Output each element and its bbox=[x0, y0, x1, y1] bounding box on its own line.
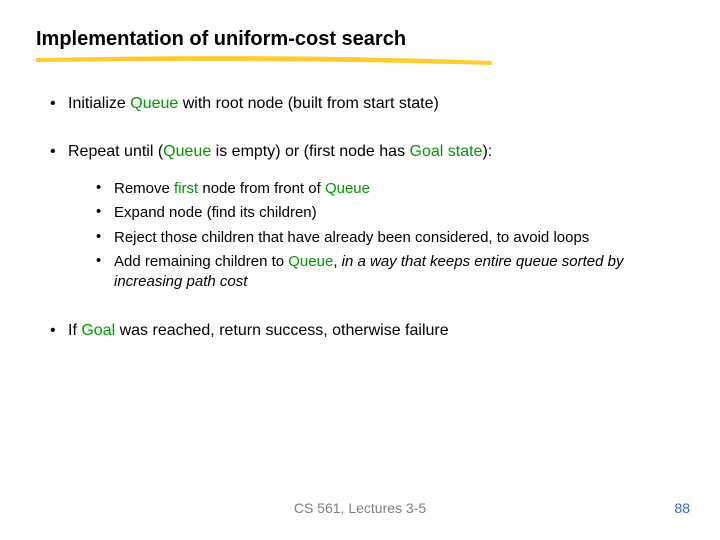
subbullet-expand: • Expand node (find its children) bbox=[96, 203, 684, 223]
keyword-queue: Queue bbox=[163, 143, 211, 160]
bullet-dot-icon: • bbox=[96, 228, 114, 245]
page-number: 88 bbox=[674, 500, 690, 516]
bullet-text: If Goal was reached, return success, oth… bbox=[68, 322, 684, 340]
nested-list: • Remove first node from front of Queue … bbox=[96, 179, 684, 292]
keyword-goal-state: Goal state bbox=[410, 143, 483, 160]
bullet-repeat: • Repeat until (Queue is empty) or (firs… bbox=[36, 143, 684, 161]
keyword-queue: Queue bbox=[130, 95, 178, 112]
bullet-dot-icon: • bbox=[96, 252, 114, 269]
slide-title: Implementation of uniform-cost search bbox=[36, 28, 684, 51]
bullet-dot-icon: • bbox=[50, 143, 68, 161]
keyword-first: first bbox=[174, 180, 198, 197]
footer-text: CS 561, Lectures 3-5 bbox=[0, 500, 720, 516]
subbullet-text: Remove first node from front of Queue bbox=[114, 179, 684, 199]
bullet-dot-icon: • bbox=[96, 179, 114, 196]
bullet-goal: • If Goal was reached, return success, o… bbox=[36, 322, 684, 340]
bullet-dot-icon: • bbox=[96, 203, 114, 220]
bullet-text: Initialize Queue with root node (built f… bbox=[68, 95, 684, 113]
subbullet-text: Add remaining children to Queue, in a wa… bbox=[114, 252, 684, 293]
slide: Implementation of uniform-cost search • … bbox=[0, 0, 720, 540]
subbullet-remove: • Remove first node from front of Queue bbox=[96, 179, 684, 199]
subbullet-add: • Add remaining children to Queue, in a … bbox=[96, 252, 684, 293]
subbullet-reject: • Reject those children that have alread… bbox=[96, 228, 684, 248]
bullet-text: Repeat until (Queue is empty) or (first … bbox=[68, 143, 684, 161]
keyword-queue: Queue bbox=[288, 253, 333, 270]
bullet-dot-icon: • bbox=[50, 322, 68, 340]
subbullet-text: Expand node (find its children) bbox=[114, 203, 684, 223]
title-underline-swoosh bbox=[36, 55, 684, 69]
subbullet-text: Reject those children that have already … bbox=[114, 228, 684, 248]
keyword-goal: Goal bbox=[81, 322, 115, 339]
bullet-initialize: • Initialize Queue with root node (built… bbox=[36, 95, 684, 113]
bullet-dot-icon: • bbox=[50, 95, 68, 113]
keyword-queue: Queue bbox=[325, 180, 370, 197]
